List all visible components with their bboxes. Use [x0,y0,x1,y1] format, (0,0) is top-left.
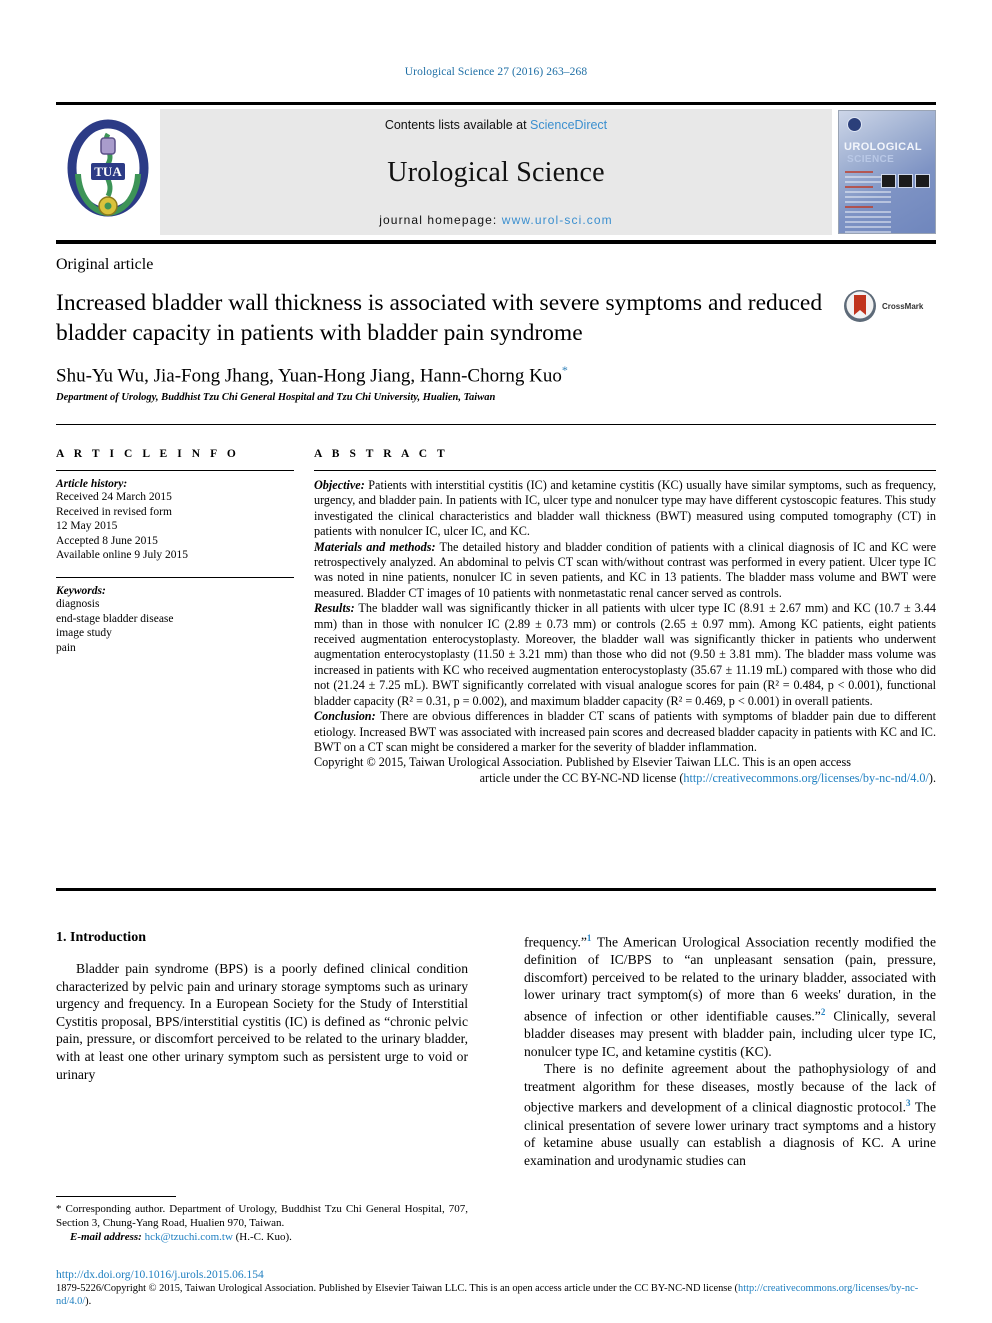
article-info-column: A R T I C L E I N F O Article history: R… [56,430,306,786]
left-column: 1. Introduction Bladder pain syndrome (B… [56,930,468,1169]
panel-bottom-rule [56,888,936,891]
tua-emblem-icon: TUA [67,119,149,217]
homepage-prefix: journal homepage: [379,213,502,227]
email-address-link[interactable]: hck@tzuchi.com.tw [145,1231,233,1243]
crossmark-badge[interactable]: CrossMark [842,288,923,324]
copyright-tail-prefix: article under the CC BY-NC-ND license ( [479,770,684,785]
keywords-rule [56,576,294,578]
issn-copyright-line: 1879-5226/Copyright © 2015, Taiwan Urolo… [56,1282,936,1308]
info-abstract-panel: A R T I C L E I N F O Article history: R… [56,430,936,786]
abstract-section: Materials and methods: The detailed hist… [314,540,936,602]
paper-page: Urological Science 27 (2016) 263–268 TUA [0,0,992,1323]
abstract-section-label: Materials and methods: [314,539,436,554]
issn-text-part1: 1879-5226/Copyright © 2015, Taiwan Urolo… [56,1283,738,1294]
cover-seal-icon [847,117,862,132]
crossmark-icon [844,290,876,322]
abstract-column: A B S T R A C T Objective: Patients with… [306,430,936,786]
email-suffix: (H.-C. Kuo). [232,1231,292,1243]
abstract-section-label: Objective: [314,478,365,492]
abstract-heading: A B S T R A C T [314,448,449,460]
email-address-label: E-mail address: [70,1231,142,1243]
body-columns: 1. Introduction Bladder pain syndrome (B… [56,930,936,1169]
journal-masthead: TUA Contents lists available at ScienceD… [56,102,936,235]
abstract-body: Objective: Patients with interstitial cy… [314,478,936,786]
abstract-section: Objective: Patients with interstitial cy… [314,478,936,540]
article-info-heading: A R T I C L E I N F O [56,448,240,460]
abstract-section-text: Patients with interstitial cystitis (IC)… [314,478,936,539]
copyright-main: Copyright © 2015, Taiwan Urological Asso… [314,755,851,770]
corresponding-author-footnote: * Corresponding author. Department of Ur… [56,1196,468,1244]
keyword-item: image study [56,627,112,640]
page-title: Increased bladder wall thickness is asso… [56,290,823,346]
cc-license-link[interactable]: http://creativecommons.org/licenses/by-n… [683,771,929,785]
intro-paragraph-right-2: There is no definite agreement about the… [524,1060,936,1169]
journal-homepage-line: journal homepage: www.urol-sci.com [379,213,613,227]
journal-title: Urological Science [387,156,605,188]
footnote-email-line: E-mail address: hck@tzuchi.com.tw (H.-C.… [56,1230,468,1244]
issn-text-part2: ). [85,1296,92,1307]
cc-license-link-footer-a[interactable]: http:// [738,1283,763,1294]
abstract-section-text: The bladder wall was significantly thick… [314,601,936,708]
journal-cover-thumbnail: UROLOGICAL SCIENCE [832,109,936,235]
doi-link[interactable]: http://dx.doi.org/10.1016/j.urols.2015.0… [56,1268,936,1282]
rp2-a: There is no definite agreement about the… [524,1061,936,1115]
article-head-rule [56,240,936,244]
section-heading-introduction: 1. Introduction [56,930,146,945]
keywords-block: Keywords: diagnosis end-stage bladder di… [56,576,294,655]
article-info-rule [56,470,294,471]
abstract-section: Conclusion: There are obvious difference… [314,709,936,755]
intro-paragraph-left: Bladder pain syndrome (BPS) is a poorly … [56,961,468,1082]
cover-title-line1: UROLOGICAL [844,141,922,153]
running-head: Urological Science 27 (2016) 263–268 [404,66,588,78]
history-item: Available online 9 July 2015 [56,549,189,562]
copyright-tail: article under the CC BY-NC-ND license (h… [314,771,936,786]
contents-prefix: Contents lists available at [384,118,531,132]
article-history-label: Article history: [56,478,128,490]
copyright-tail-suffix: ). [928,770,936,785]
masthead-top-rule [56,102,936,105]
footnote-rule [56,1196,176,1197]
affiliation-line: Department of Urology, Buddhist Tzu Chi … [56,392,496,403]
svg-text:TUA: TUA [94,164,122,179]
author-names: Shu-Yu Wu, Jia-Fong Jhang, Yuan-Hong Jia… [56,365,562,387]
author-list: Shu-Yu Wu, Jia-Fong Jhang, Yuan-Hong Jia… [56,363,568,387]
history-item: Received 24 March 2015 [56,491,172,503]
footnote-corresponding-text: Corresponding author. Department of Urol… [56,1203,468,1229]
article-type-label: Original article [56,256,154,273]
abstract-copyright: Copyright © 2015, Taiwan Urological Asso… [314,755,936,786]
history-item: Accepted 8 June 2015 [56,534,158,547]
footnote-corresponding: * Corresponding author. Department of Ur… [56,1202,468,1230]
abstract-section-text: There are obvious differences in bladder… [314,709,936,754]
abstract-section: Results: The bladder wall was significan… [314,601,936,709]
intro-paragraph-right-1: frequency.”1 The American Urological Ass… [524,930,936,1060]
sciencedirect-link[interactable]: ScienceDirect [530,118,607,132]
keyword-item: diagnosis [56,597,100,610]
right-column: frequency.”1 The American Urological Ass… [524,930,936,1169]
keywords-label: Keywords: [56,584,106,597]
cover-image: UROLOGICAL SCIENCE [838,110,936,234]
homepage-url-link[interactable]: www.urol-sci.com [502,213,613,227]
abstract-section-label: Results: [314,601,355,616]
cover-title-line2: SCIENCE [847,154,895,165]
abstract-rule [314,470,936,471]
cover-ct-images [881,174,930,188]
corresponding-author-marker: * [561,363,568,377]
history-item: Received in revised form [56,505,172,518]
rp1-a: frequency.” [524,934,587,950]
abstract-section-label: Conclusion: [314,709,376,724]
tua-society-logo: TUA [56,109,160,235]
contents-available-line: Contents lists available at ScienceDirec… [385,118,607,132]
keyword-item: end-stage bladder disease [56,612,174,625]
panel-top-rule [56,424,936,425]
footer-block: http://dx.doi.org/10.1016/j.urols.2015.0… [56,1268,936,1308]
history-item: 12 May 2015 [56,520,118,533]
contents-banner: Contents lists available at ScienceDirec… [160,109,832,235]
crossmark-label: CrossMark [882,301,924,311]
keyword-item: pain [56,641,76,654]
